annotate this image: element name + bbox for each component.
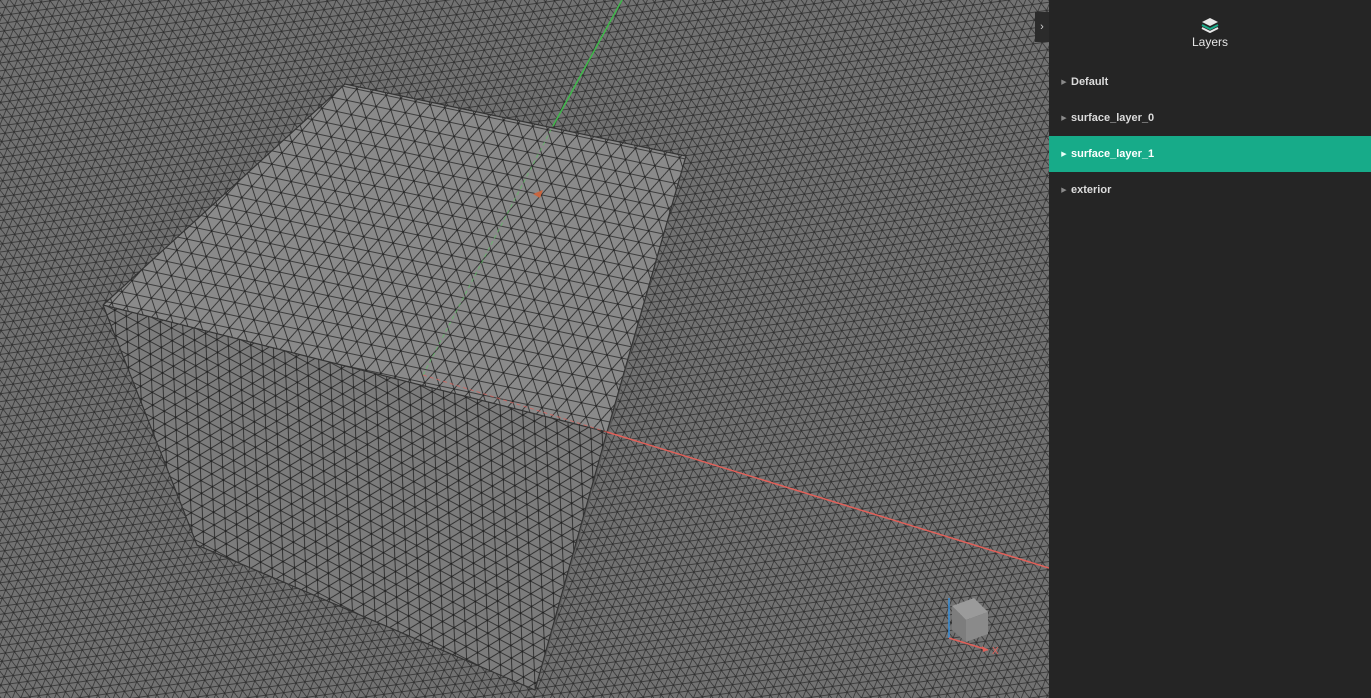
orientation-gizmo[interactable]: X xyxy=(938,590,1008,660)
caret-right-icon: ▶ xyxy=(1061,187,1067,194)
mesh-scene[interactable] xyxy=(0,0,1049,698)
layer-item-surface-layer-0[interactable]: ▶ surface_layer_0 xyxy=(1049,100,1371,136)
panel-header: Layers xyxy=(1049,0,1371,64)
3d-viewport[interactable]: X xyxy=(0,0,1049,698)
caret-right-icon: ▶ xyxy=(1061,151,1067,158)
layers-panel: Layers ▶ Default ▶ surface_layer_0 ▶ sur… xyxy=(1049,0,1371,698)
caret-right-icon: ▶ xyxy=(1061,79,1067,86)
layers-icon xyxy=(1201,18,1219,33)
layer-list: ▶ Default ▶ surface_layer_0 ▶ surface_la… xyxy=(1049,64,1371,208)
layer-item-exterior[interactable]: ▶ exterior xyxy=(1049,172,1371,208)
layer-label: Default xyxy=(1071,76,1109,88)
layer-label: surface_layer_1 xyxy=(1071,148,1155,160)
layer-item-default[interactable]: ▶ Default xyxy=(1049,64,1371,100)
caret-right-icon: ▶ xyxy=(1061,115,1067,122)
panel-title: Layers xyxy=(1191,35,1229,49)
layer-label: surface_layer_0 xyxy=(1071,112,1155,124)
layer-item-surface-layer-1[interactable]: ▶ surface_layer_1 xyxy=(1049,136,1371,172)
panel-collapse-button[interactable]: › xyxy=(1035,12,1049,42)
layer-label: exterior xyxy=(1071,184,1112,196)
gizmo-x-label: X xyxy=(992,646,999,657)
